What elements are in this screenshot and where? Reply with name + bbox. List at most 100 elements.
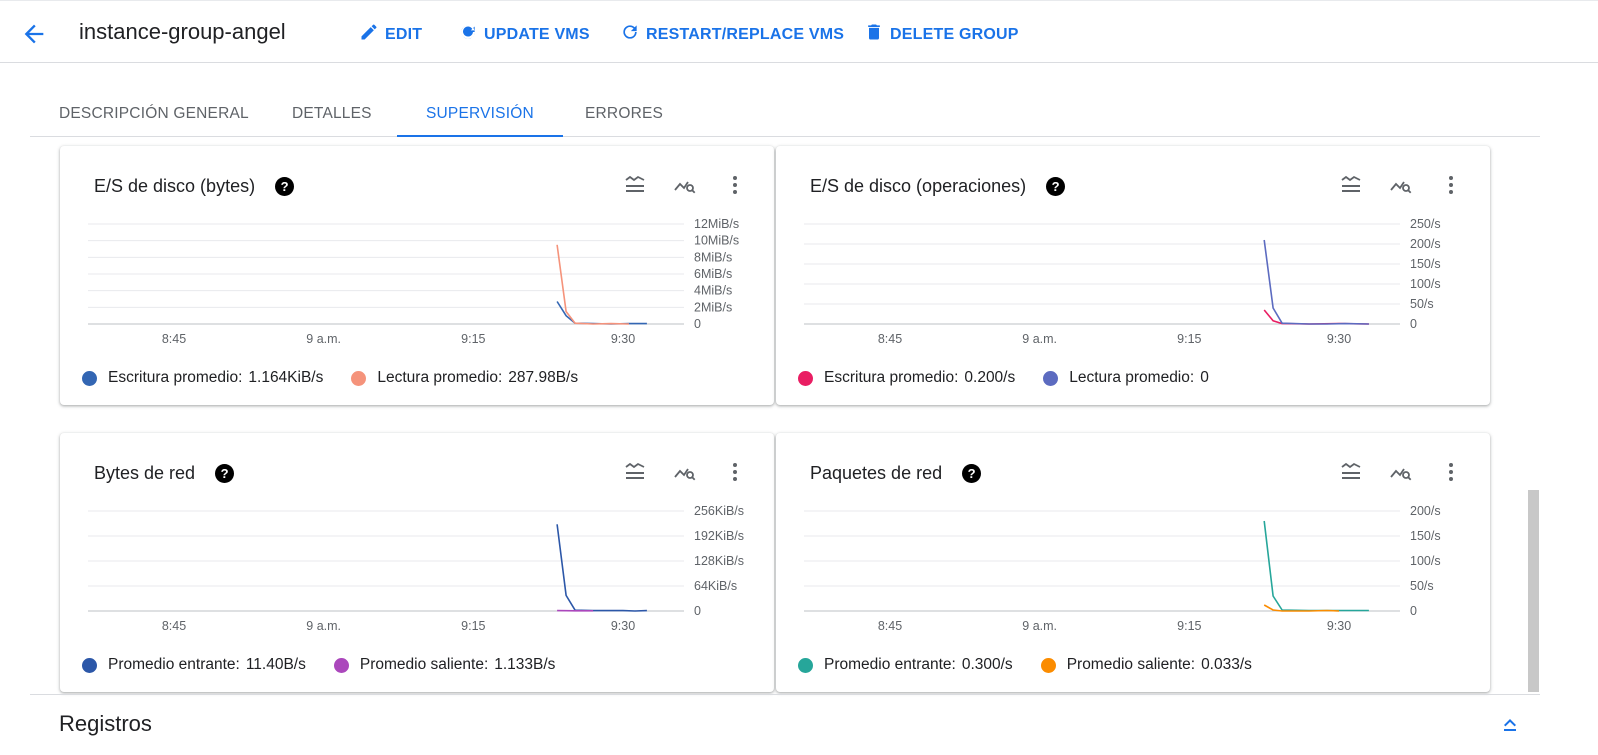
- explore-icon[interactable]: [672, 172, 698, 198]
- legend-value: 0.033/s: [1201, 656, 1252, 673]
- y-tick-label: 8MiB/s: [694, 250, 732, 264]
- legend-swatch: [1043, 370, 1059, 386]
- scrollbar-thumb[interactable]: [1528, 490, 1539, 692]
- delete-group-label: DELETE GROUP: [890, 25, 1019, 43]
- chart-title: Paquetes de red ?: [810, 463, 982, 484]
- y-tick-label: 6MiB/s: [694, 267, 732, 281]
- update-vms-label: UPDATE VMS: [484, 25, 590, 43]
- x-tick-label: 9 a.m.: [306, 332, 341, 346]
- chart-legend: Promedio entrante: 0.300/s Promedio sali…: [798, 656, 1252, 674]
- update-icon: [458, 22, 478, 47]
- legend-swatch: [333, 657, 349, 673]
- chart-legend: Escritura promedio: 0.200/s Lectura prom…: [798, 369, 1209, 387]
- legend-swatch: [1040, 657, 1056, 673]
- legend-item[interactable]: Lectura promedio: 0: [1043, 369, 1209, 387]
- chart-title: Bytes de red ?: [94, 463, 235, 484]
- delete-group-button[interactable]: DELETE GROUP: [864, 22, 1019, 47]
- explore-icon[interactable]: [1388, 459, 1414, 485]
- y-tick-label: 100/s: [1410, 277, 1441, 291]
- legend-item[interactable]: Promedio saliente: 1.133B/s: [333, 656, 556, 674]
- legend-value: 1.164KiB/s: [248, 369, 324, 386]
- x-tick-label: 9:15: [1177, 619, 1201, 633]
- help-icon[interactable]: ?: [215, 464, 235, 483]
- line-chart: 0 50/s 100/s 150/s 200/s 8:45 9 a.m. 9:15 9:30: [804, 504, 1441, 633]
- legend-value: 0.300/s: [961, 656, 1013, 673]
- y-tick-label: 12MiB/s: [694, 217, 739, 231]
- more-vert-icon[interactable]: [722, 172, 748, 198]
- y-tick-label: 150/s: [1410, 257, 1441, 271]
- legend-label: Lectura promedio:: [1069, 369, 1195, 386]
- x-tick-label: 8:45: [878, 332, 902, 346]
- chart-title-text: Bytes de red: [94, 463, 196, 483]
- chart-title: E/S de disco (bytes) ?: [94, 176, 295, 197]
- restart-icon: [620, 22, 640, 47]
- series-line[interactable]: [1263, 520, 1369, 612]
- explore-icon[interactable]: [1388, 172, 1414, 198]
- more-vert-icon[interactable]: [722, 459, 748, 485]
- chart-toolbar: [622, 172, 748, 198]
- legend-toggle-icon[interactable]: [622, 459, 648, 485]
- legend-value: 1.133B/s: [494, 656, 556, 673]
- legend-swatch: [351, 370, 367, 386]
- help-icon[interactable]: ?: [1046, 177, 1066, 196]
- tab-supervision[interactable]: SUPERVISIÓN: [397, 92, 563, 137]
- x-tick-label: 9 a.m.: [1022, 332, 1057, 346]
- legend-swatch: [798, 370, 813, 386]
- y-tick-label: 192KiB/s: [694, 529, 744, 543]
- y-tick-label: 64KiB/s: [694, 579, 737, 593]
- collapse-icon[interactable]: [1498, 711, 1522, 735]
- help-icon[interactable]: ?: [962, 464, 982, 483]
- x-tick-label: 9:15: [461, 619, 485, 633]
- update-vms-button[interactable]: UPDATE VMS: [458, 22, 590, 47]
- y-tick-label: 128KiB/s: [694, 554, 744, 568]
- chart-toolbar: [1338, 459, 1464, 485]
- trash-icon: [864, 22, 884, 47]
- help-icon[interactable]: ?: [275, 177, 295, 196]
- line-chart: 0 50/s 100/s 150/s 200/s 250/s 8:45 9 a.m. 9:15 9…: [804, 217, 1441, 346]
- x-tick-label: 9:30: [1327, 619, 1351, 633]
- chart-card-network-packets: Paquetes de red ? 0 50/s 100/s 150/s 200/s 8:…: [776, 433, 1490, 692]
- restart-replace-vms-label: RESTART/REPLACE VMS: [646, 25, 845, 43]
- chart-title: E/S de disco (operaciones) ?: [810, 176, 1066, 197]
- y-tick-label: 0: [1410, 317, 1417, 331]
- legend-item[interactable]: Lectura promedio: 287.98B/s: [351, 369, 578, 387]
- y-tick-label: 0: [694, 604, 701, 618]
- explore-icon[interactable]: [672, 459, 698, 485]
- legend-label: Lectura promedio:: [377, 369, 503, 386]
- legend-label: Escritura promedio:: [108, 369, 243, 386]
- x-tick-label: 9:30: [611, 619, 635, 633]
- legend-item[interactable]: Promedio entrante: 11.40B/s: [82, 656, 306, 674]
- y-tick-label: 250/s: [1410, 217, 1441, 231]
- x-tick-label: 9:30: [1327, 332, 1351, 346]
- legend-item[interactable]: Promedio saliente: 0.033/s: [1040, 656, 1252, 674]
- edit-button[interactable]: EDIT: [359, 22, 422, 47]
- back-arrow-icon[interactable]: [20, 20, 48, 48]
- series-line[interactable]: [1263, 309, 1369, 325]
- tab-detalles[interactable]: DETALLES: [263, 92, 401, 137]
- tab-errores[interactable]: ERRORES: [556, 92, 692, 137]
- chart-card-disk-operations: E/S de disco (operaciones) ? 0 50/s 100/s 1…: [776, 146, 1490, 405]
- y-tick-label: 150/s: [1410, 529, 1441, 543]
- y-tick-label: 0: [1410, 604, 1417, 618]
- y-tick-label: 100/s: [1410, 554, 1441, 568]
- chart-legend: Escritura promedio: 1.164KiB/s Lectura p…: [82, 369, 578, 387]
- series-line[interactable]: [556, 301, 647, 325]
- legend-item[interactable]: Promedio entrante: 0.300/s: [798, 656, 1013, 674]
- legend-toggle-icon[interactable]: [1338, 172, 1364, 198]
- legend-toggle-icon[interactable]: [622, 172, 648, 198]
- legend-label: Promedio entrante:: [824, 656, 956, 673]
- tab-descripcion-general[interactable]: DESCRIPCIÓN GENERAL: [30, 92, 278, 137]
- legend-toggle-icon[interactable]: [1338, 459, 1364, 485]
- section-divider: [30, 694, 1540, 695]
- more-vert-icon[interactable]: [1438, 172, 1464, 198]
- series-line[interactable]: [1263, 239, 1369, 325]
- more-vert-icon[interactable]: [1438, 459, 1464, 485]
- series-line[interactable]: [556, 244, 630, 325]
- series-line[interactable]: [556, 524, 647, 612]
- chart-title-text: E/S de disco (bytes): [94, 176, 256, 196]
- legend-label: Promedio saliente:: [359, 656, 489, 673]
- legend-item[interactable]: Escritura promedio: 1.164KiB/s: [82, 369, 323, 387]
- legend-item[interactable]: Escritura promedio: 0.200/s: [798, 369, 1015, 387]
- restart-replace-vms-button[interactable]: RESTART/REPLACE VMS: [620, 22, 844, 47]
- line-chart: 0 2MiB/s 4MiB/s 6MiB/s 8MiB/s 10MiB/s 12MiB/s 8…: [88, 217, 739, 346]
